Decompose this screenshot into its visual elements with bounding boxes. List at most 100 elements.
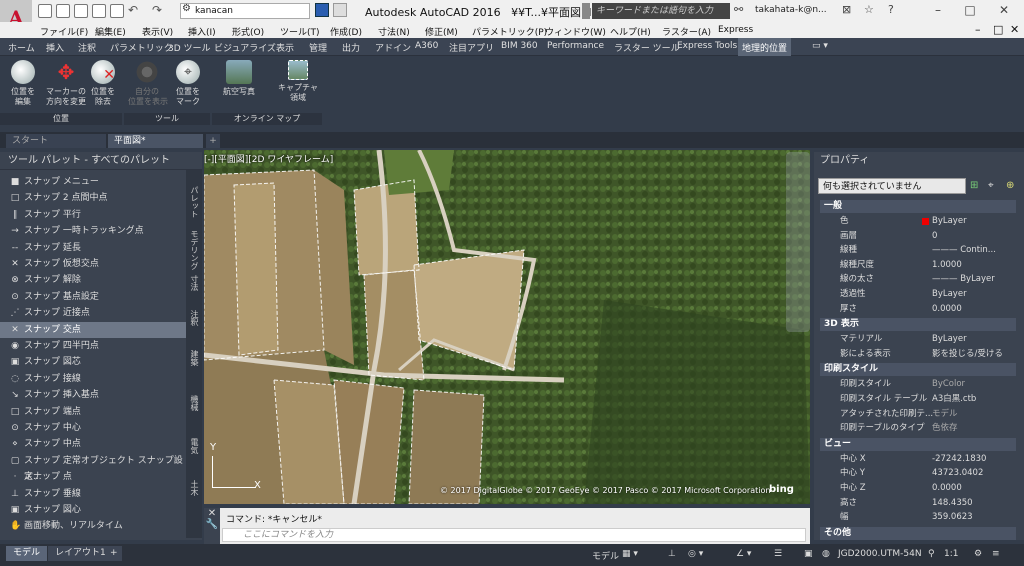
minimize-button[interactable]: – [930,3,946,18]
undo-icon[interactable]: ↶ [128,3,138,17]
show-my-location-button[interactable]: 自分の 位置を表示 [128,60,168,107]
palette-item[interactable]: ▣ スナップ 図心 [0,502,186,518]
property-row[interactable]: 印刷テーブルのタイプ 色依存 [820,421,1016,436]
doc-tab-plan[interactable]: 平面図* [108,134,203,148]
workspace-icon[interactable] [315,3,329,17]
tab-output[interactable]: 出力 [342,41,360,54]
property-row[interactable]: 線種尺度 1.0000 [820,258,1016,273]
property-section[interactable]: ビュー [820,437,1016,451]
change-marker-direction-button[interactable]: ✥ マーカーの 方向を変更 [44,60,88,107]
palette-item[interactable]: ↘ スナップ 挿入基点 [0,387,186,403]
property-row[interactable]: 線種 ——— Contin... [820,243,1016,258]
workspace-switch-icon[interactable]: ⚙ [974,549,982,559]
vtab-palette[interactable]: パレット [188,186,200,218]
palette-item[interactable]: ✕ スナップ 交点 [0,321,186,338]
menu-raster[interactable]: ラスター(A) [662,25,711,38]
print-icon[interactable] [110,4,124,18]
palette-item[interactable]: ⋄ スナップ 中点 [0,436,186,452]
palette-item[interactable]: ⊗ スナップ 解除 [0,272,186,288]
maximize-button[interactable]: □ [962,3,978,18]
search-input[interactable]: キーワードまたは語句を入力 [592,3,730,19]
vtab-annotation[interactable]: 注釈 [188,310,200,326]
palette-item[interactable]: ✋ 画面移動、リアルタイム [0,518,186,534]
tab-raster-tools[interactable]: ラスター ツール [614,41,680,54]
palette-item[interactable]: ⊥ スナップ 垂線 [0,486,186,502]
menu-dimension[interactable]: 寸法(N) [378,25,410,38]
vtab-civil[interactable]: 土木 [188,480,200,496]
palette-item[interactable]: ✕ スナップ 仮想交点 [0,256,186,272]
workspace-select[interactable]: kanacan [180,3,310,19]
tab-express-tools[interactable]: Express Tools [677,41,737,51]
annotation-icon[interactable]: ⚲ [928,549,935,559]
tab-3d-tools[interactable]: 3D ツール [168,41,211,54]
mark-location-button[interactable]: ⌖ 位置を マーク [170,60,206,107]
palette-item[interactable]: □ スナップ 2 点間中点 [0,190,186,206]
aerial-photo-button[interactable]: 航空写真 [218,60,260,97]
palette-item[interactable]: ∥ スナップ 平行 [0,207,186,223]
property-section[interactable]: 一般 [820,200,1016,213]
add-layout-icon[interactable]: + [106,546,122,561]
vtab-mechanical[interactable]: 機械 [188,395,200,411]
palette-item[interactable]: ■ スナップ メニュー [0,174,186,190]
save-as-icon[interactable] [92,4,106,18]
tab-performance[interactable]: Performance [547,41,604,51]
property-row[interactable]: 影による表示 影を投じる/受ける [820,347,1016,362]
doc-close-button[interactable]: ✕ [1010,23,1019,36]
redo-icon[interactable]: ↷ [152,3,162,17]
user-account[interactable]: takahata-k@n... [755,5,827,15]
doc-minimize-button[interactable]: – [975,23,981,36]
doc-restore-button[interactable]: □ [993,23,1003,36]
palette-item[interactable]: ⊙ スナップ 中心 [0,420,186,436]
tab-layout1[interactable]: レイアウト1 [48,546,113,561]
property-section[interactable]: 印刷スタイル [820,363,1016,377]
menu-draw[interactable]: 作成(D) [330,25,362,38]
property-row[interactable]: 印刷スタイル テーブル A3白黒.ctb [820,392,1016,407]
customize-icon[interactable]: ≡ [992,549,1000,559]
grid-icon[interactable]: ▦ ▾ [622,549,638,559]
viewport-label[interactable]: [-][平面図][2D ワイヤフレーム] [204,152,333,165]
tab-manage[interactable]: 管理 [309,41,327,54]
help-icon[interactable]: ? [888,3,894,16]
menu-insert[interactable]: 挿入(I) [188,25,216,38]
tab-home[interactable]: ホーム [8,41,35,54]
exchange-icon[interactable]: ⊠ [842,3,851,16]
tab-visualize[interactable]: ビジュアライズ [214,41,276,54]
menu-format[interactable]: 形式(O) [232,25,264,38]
tab-featured-apps[interactable]: 注目アプリ [449,41,494,54]
drawing-viewport[interactable]: [-][平面図][2D ワイヤフレーム] Y X © 2017 DigitalG… [204,150,810,504]
menu-express[interactable]: Express [718,25,753,35]
property-row[interactable]: 色 ByLayer [820,214,1016,229]
palette-item[interactable]: ◉ スナップ 四半円点 [0,338,186,354]
coordinate-system[interactable]: JGD2000.UTM-54N [838,549,922,559]
lineweight-icon[interactable]: ☰ [774,549,782,559]
new-file-icon[interactable] [38,4,52,18]
property-row[interactable]: 中心 Y 43723.0402 [820,466,1016,481]
tab-addins[interactable]: アドイン [375,41,411,54]
tab-view[interactable]: 表示 [276,41,294,54]
property-row[interactable]: 中心 Z 0.0000 [820,481,1016,496]
pickadd-icon[interactable]: ⊕ [1006,180,1014,191]
share-icon[interactable] [333,3,347,17]
menu-file[interactable]: ファイル(F) [40,25,88,38]
tab-a360[interactable]: A360 [415,41,438,51]
menu-help[interactable]: ヘルプ(H) [610,25,651,38]
property-row[interactable]: 高さ 148.4350 [820,496,1016,511]
binoculars-icon[interactable]: ⚯ [734,3,743,16]
palette-item[interactable]: ⊙ スナップ 基点設定 [0,289,186,305]
palette-item[interactable]: ▢ スナップ 定常オブジェクト スナップ設定... [0,453,186,482]
model-space-toggle[interactable]: モデル [592,549,619,562]
property-row[interactable]: 画層 0 [820,229,1016,244]
palette-item[interactable]: ◌ スナップ 接線 [0,371,186,387]
new-tab-icon[interactable]: + [206,134,220,148]
tab-model[interactable]: モデル [6,546,48,561]
close-button[interactable]: ✕ [996,3,1012,18]
tab-insert[interactable]: 挿入 [46,41,64,54]
palette-item[interactable]: → スナップ 一時トラッキング点 [0,223,186,239]
command-line-close-icon[interactable]: ✕ 🔧 [204,508,220,544]
palette-item[interactable]: ⋰ スナップ 近接点 [0,305,186,321]
ribbon-toggle-icon[interactable]: ▭ ▾ [812,41,828,51]
menu-modify[interactable]: 修正(M) [425,25,458,38]
command-input[interactable]: ここにコマンドを入力 [222,528,806,542]
save-icon[interactable] [74,4,88,18]
annotation-scale[interactable]: 1:1 [944,549,958,559]
